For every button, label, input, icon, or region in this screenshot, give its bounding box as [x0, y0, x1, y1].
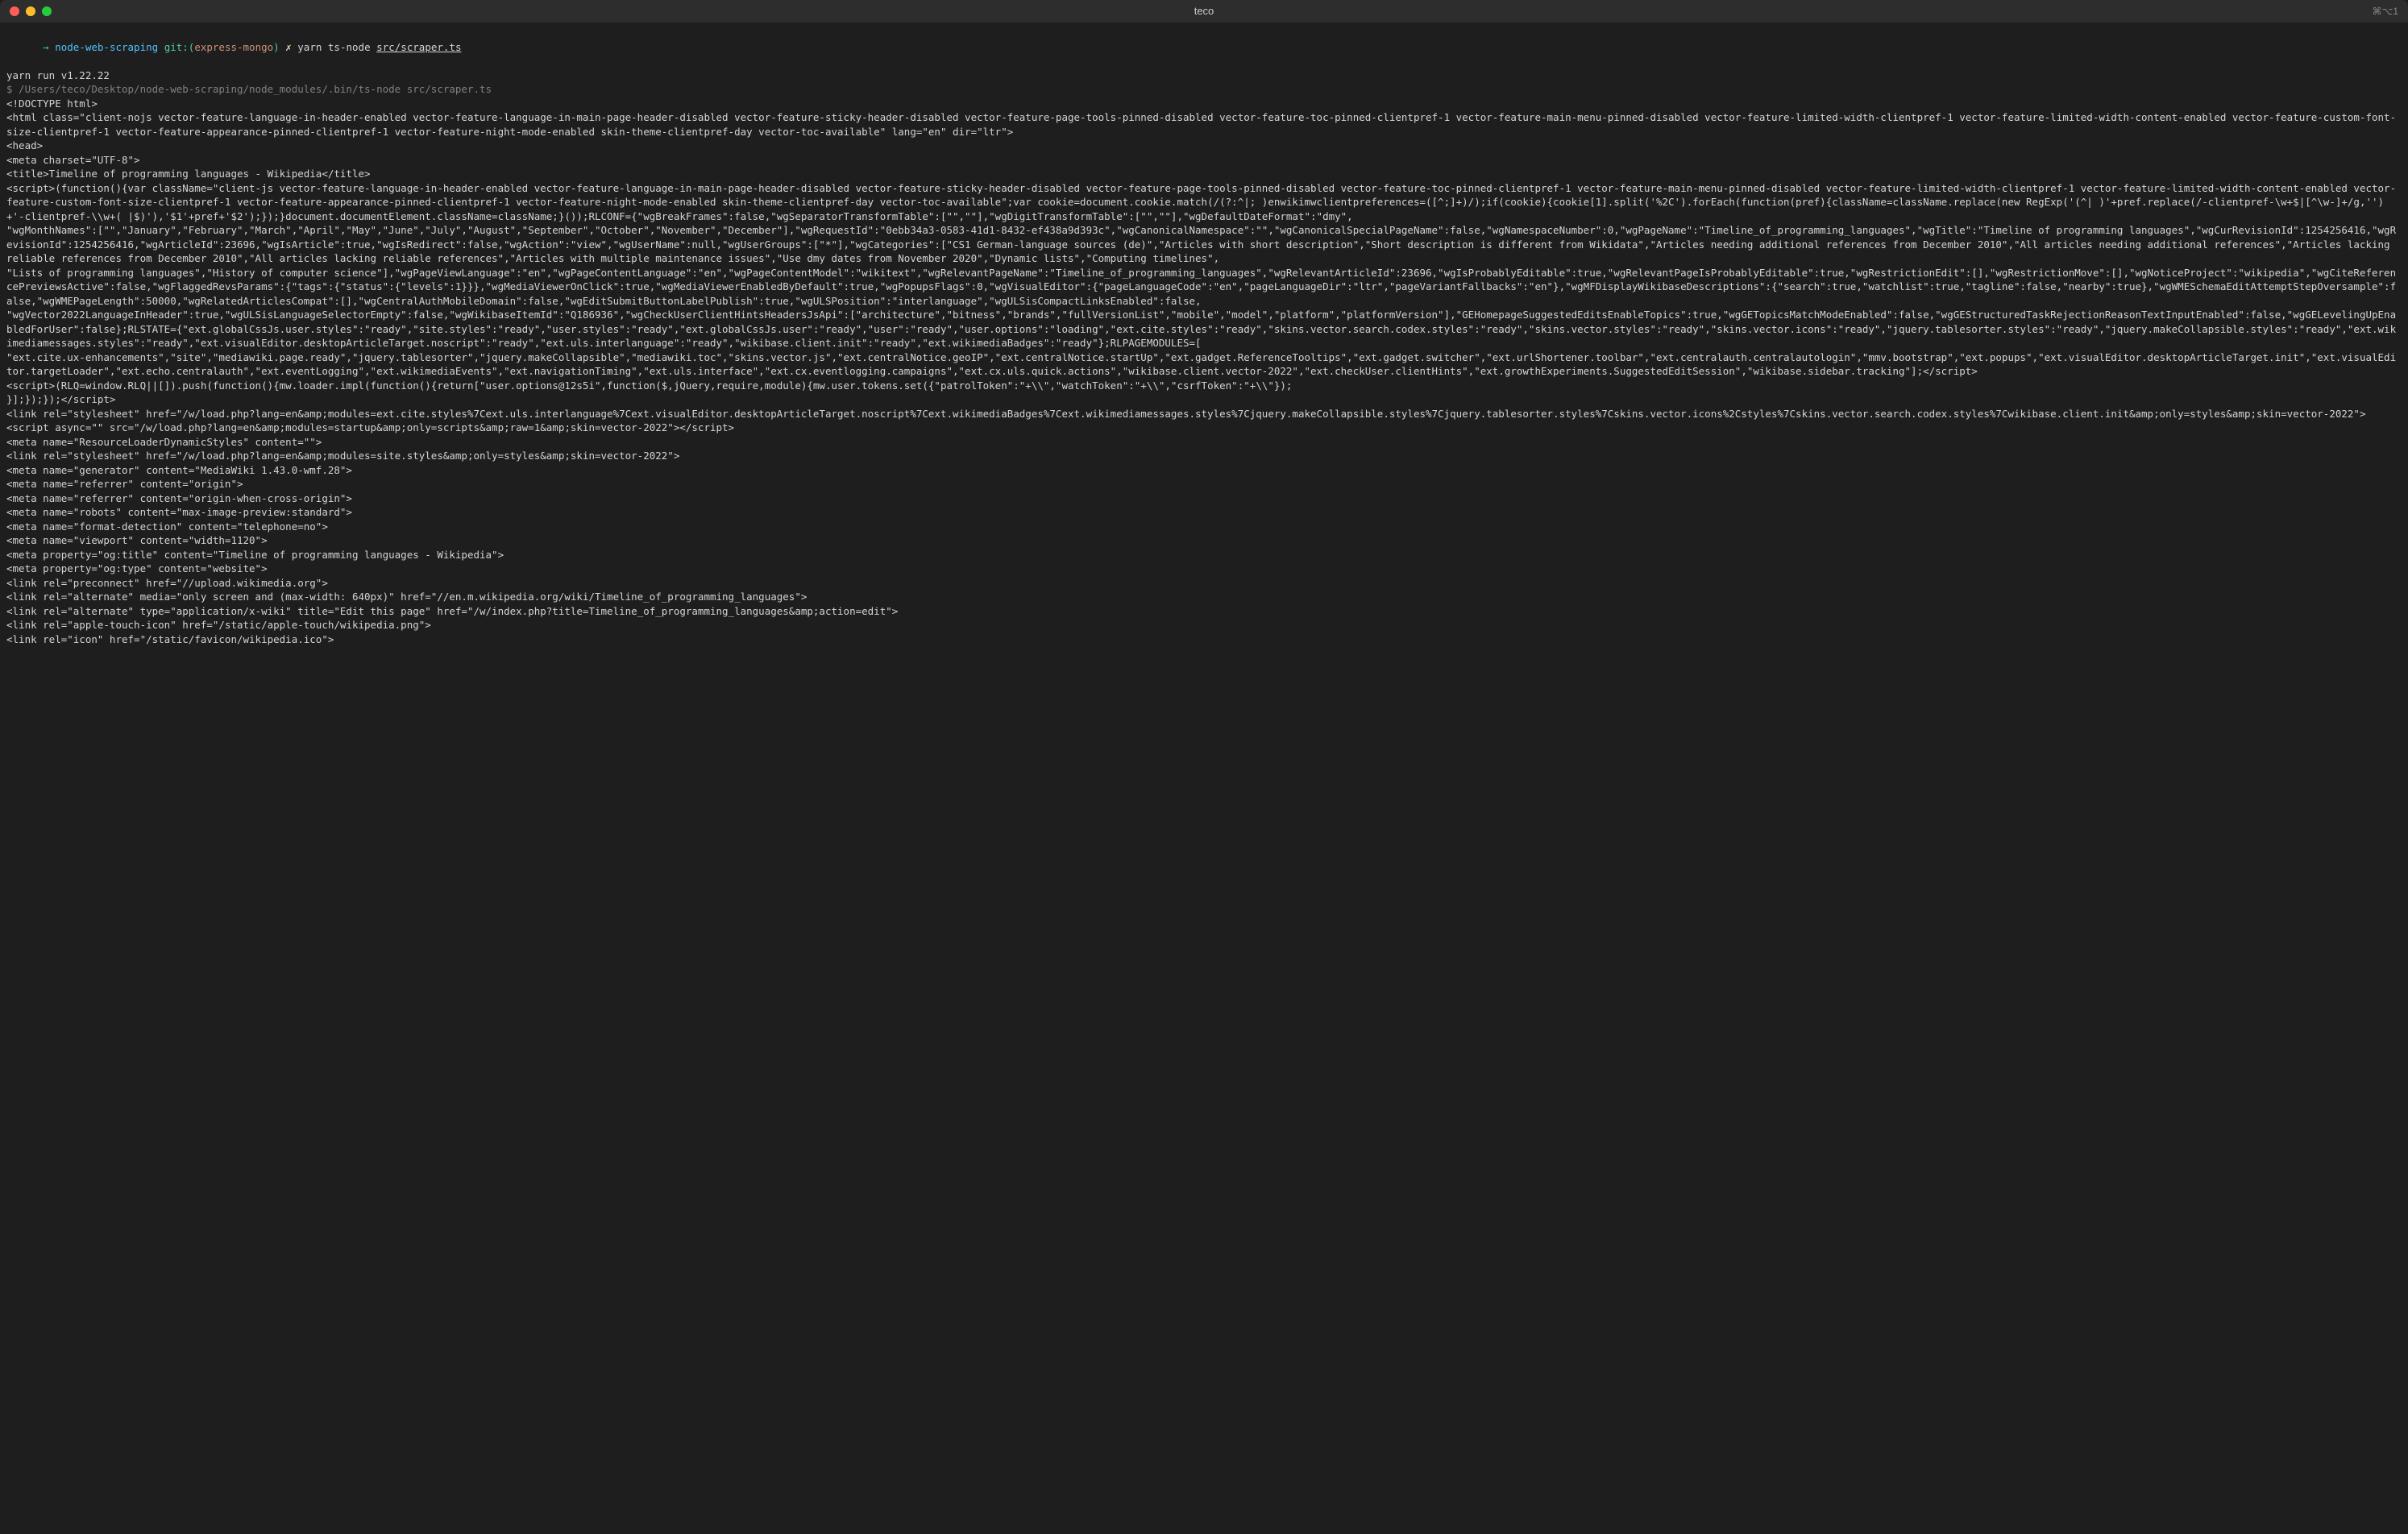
traffic-lights	[10, 6, 52, 16]
output-line: <link rel="stylesheet" href="/w/load.php…	[6, 407, 2402, 421]
prompt-line: → node-web-scraping git:(express-mongo) …	[6, 26, 2402, 68]
output-line: <meta property="og:title" content="Timel…	[6, 548, 2402, 562]
window-title: teco	[1194, 4, 1214, 19]
output-container: <!DOCTYPE html><html class="client-nojs …	[6, 97, 2402, 647]
maximize-icon[interactable]	[42, 6, 52, 16]
output-line: <link rel="preconnect" href="//upload.wi…	[6, 576, 2402, 591]
output-line: "wgMonthNames":["","January","February",…	[6, 223, 2402, 266]
output-line: <meta charset="UTF-8">	[6, 153, 2402, 168]
prompt-dirty-icon: ✗	[280, 41, 298, 53]
output-line: <meta name="robots" content="max-image-p…	[6, 505, 2402, 520]
output-line: <link rel="alternate" media="only screen…	[6, 590, 2402, 604]
prompt-directory: node-web-scraping	[55, 41, 158, 53]
output-line: <script>(function(){var className="clien…	[6, 181, 2402, 224]
output-line: <meta property="og:type" content="websit…	[6, 562, 2402, 576]
prompt-git-close: )	[273, 41, 280, 53]
output-line: <meta name="ResourceLoaderDynamicStyles"…	[6, 435, 2402, 450]
output-line: <script>(RLQ=window.RLQ||[]).push(functi…	[6, 379, 2402, 393]
output-line: <meta name="viewport" content="width=112…	[6, 533, 2402, 548]
terminal-body[interactable]: → node-web-scraping git:(express-mongo) …	[0, 23, 2408, 1534]
output-line: "ext.cite.ux-enhancements","site","media…	[6, 350, 2402, 379]
output-line: <html class="client-nojs vector-feature-…	[6, 110, 2402, 139]
terminal-window: teco ⌘⌥1 → node-web-scraping git:(expres…	[0, 0, 2408, 1534]
titlebar: teco ⌘⌥1	[0, 0, 2408, 23]
output-line: <title>Timeline of programming languages…	[6, 167, 2402, 181]
output-line: <link rel="apple-touch-icon" href="/stat…	[6, 618, 2402, 632]
output-line: <meta name="format-detection" content="t…	[6, 520, 2402, 534]
minimize-icon[interactable]	[26, 6, 35, 16]
output-line: }];});});</script>	[6, 392, 2402, 407]
output-line: <link rel="icon" href="/static/favicon/w…	[6, 632, 2402, 647]
prompt-branch: express-mongo	[194, 41, 273, 53]
window-shortcut: ⌘⌥1	[2372, 5, 2398, 19]
output-line: "wgVector2022LanguageInHeader":true,"wgU…	[6, 308, 2402, 350]
output-line: <script async="" src="/w/load.php?lang=e…	[6, 421, 2402, 435]
exec-line: $ /Users/teco/Desktop/node-web-scraping/…	[6, 82, 2402, 97]
output-line: <link rel="alternate" type="application/…	[6, 604, 2402, 619]
prompt-git-label: git:(	[164, 41, 195, 53]
output-line: <meta name="referrer" content="origin-wh…	[6, 491, 2402, 506]
output-line: <meta name="generator" content="MediaWik…	[6, 463, 2402, 478]
output-line: <link rel="stylesheet" href="/w/load.php…	[6, 449, 2402, 463]
yarn-version-line: yarn run v1.22.22	[6, 68, 2402, 83]
prompt-path: src/scraper.ts	[376, 41, 461, 53]
output-line: <!DOCTYPE html>	[6, 97, 2402, 111]
close-icon[interactable]	[10, 6, 19, 16]
output-line: <meta name="referrer" content="origin">	[6, 477, 2402, 491]
output-line: <head>	[6, 139, 2402, 153]
prompt-arrow-icon: →	[43, 41, 55, 53]
prompt-command: yarn ts-node	[297, 41, 376, 53]
output-line: "Lists of programming languages","Histor…	[6, 266, 2402, 309]
